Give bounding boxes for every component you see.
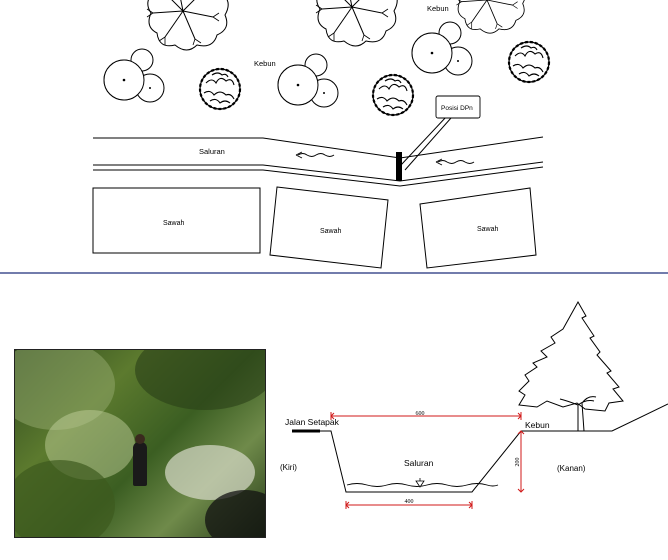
dpn-marker <box>396 152 402 181</box>
kebun-label-2: Kebun <box>427 4 449 13</box>
dimension-top-label: 600 <box>416 411 425 417</box>
jalan-setapak-label: Jalan Setapak <box>285 417 340 427</box>
sawah-label: Sawah <box>320 228 342 235</box>
tree-icon <box>198 67 242 111</box>
tree-elevation-icon <box>518 300 624 432</box>
tree-icon <box>411 21 473 76</box>
tree-icon <box>371 73 415 117</box>
tree-icon <box>315 0 398 47</box>
person-head <box>135 434 145 444</box>
dimension-depth-label: 200 <box>515 458 521 467</box>
plan-view: Kebun Kebun Saluran Posisi DPn Sawah Saw… <box>92 0 551 269</box>
dimension-bottom-label: 400 <box>405 499 414 505</box>
tree-icon <box>277 53 339 108</box>
channel-profile <box>292 403 668 493</box>
kiri-label: (Kiri) <box>280 463 297 472</box>
channel-plan <box>93 136 544 187</box>
kebun-section-label: Kebun <box>525 420 550 430</box>
tree-icon <box>507 40 551 84</box>
person-figure <box>133 442 147 486</box>
flow-arrow-icon <box>295 151 335 159</box>
cross-section: 600 400 200 Jalan Setapak Kebun Saluran … <box>280 300 668 509</box>
tree-icon <box>146 0 229 51</box>
posisi-dpn-label: Posisi DPn <box>441 105 473 112</box>
saluran-plan-label: Saluran <box>199 147 225 156</box>
dimension-top <box>330 412 522 420</box>
kanan-label: (Kanan) <box>557 464 586 473</box>
kebun-label-1: Kebun <box>254 59 276 68</box>
sawah-label: Sawah <box>163 220 185 227</box>
saluran-section-label: Saluran <box>404 458 434 468</box>
sawah-label: Sawah <box>477 226 499 233</box>
flow-arrow-icon <box>435 158 475 166</box>
site-photo <box>14 349 266 538</box>
tree-icon <box>455 0 526 34</box>
tree-icon <box>103 48 165 103</box>
